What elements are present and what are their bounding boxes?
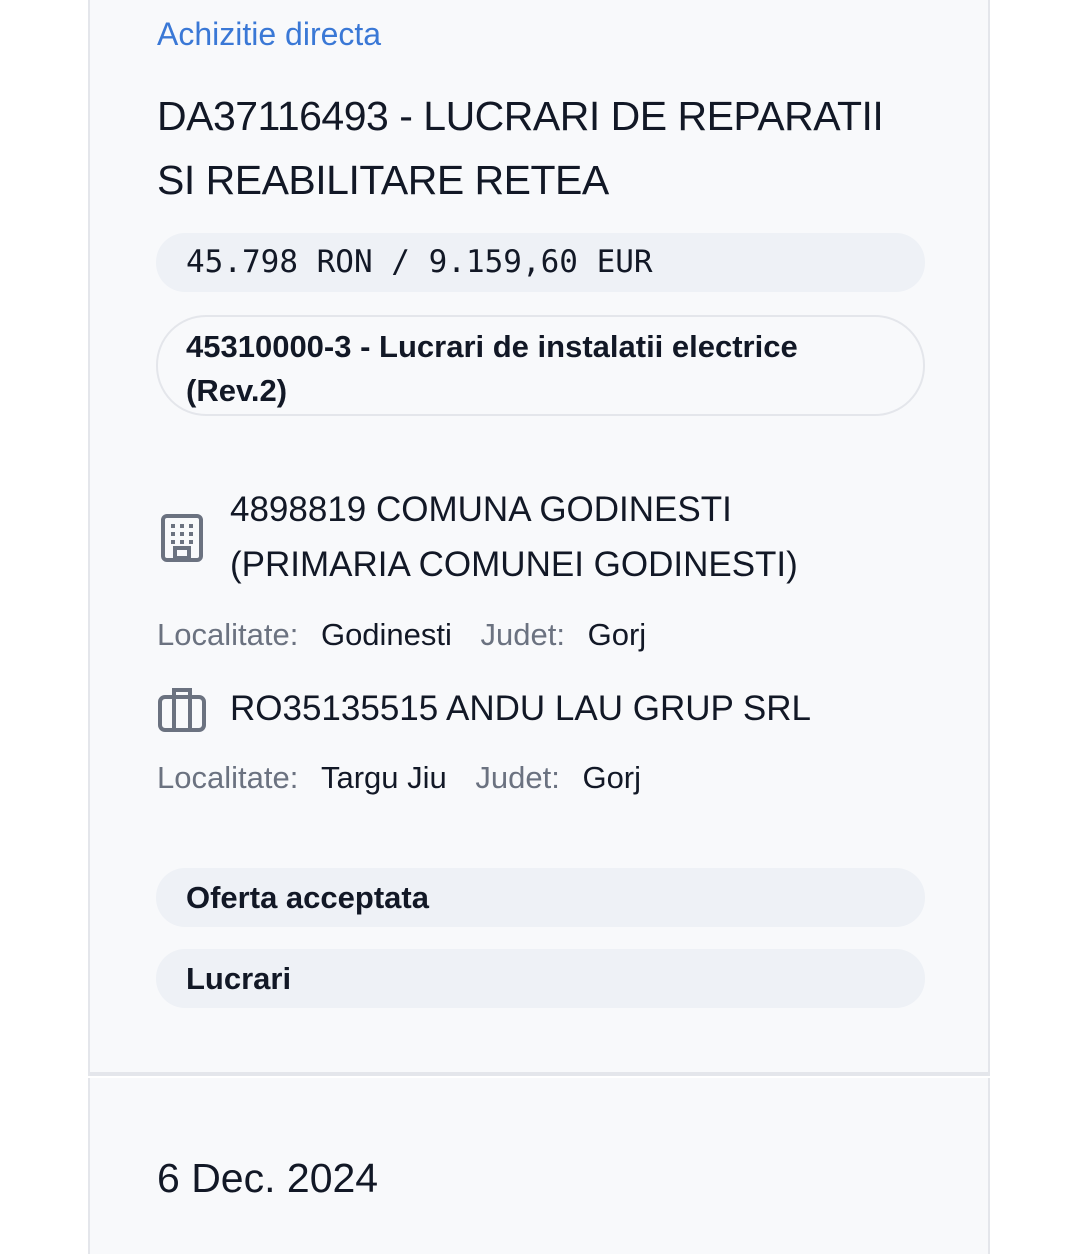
supplier-locality-label: Localitate: — [157, 760, 299, 795]
authority-county-label: Judet: — [480, 617, 565, 652]
procedure-type-link[interactable]: Achizitie directa — [157, 14, 381, 54]
authority-county: Gorj — [587, 617, 647, 652]
supplier-locality: Targu Jiu — [320, 760, 447, 795]
building-icon — [157, 513, 207, 563]
authority-locality: Godinesti — [320, 617, 452, 652]
supplier-location: Localitate: Targu Jiu Judet: Gorj — [157, 758, 641, 798]
authority-location: Localitate: Godinesti Judet: Gorj — [157, 615, 646, 655]
supplier-county: Gorj — [582, 760, 642, 795]
authority-name[interactable]: 4898819 COMUNA GODINESTI (PRIMARIA COMUN… — [230, 482, 890, 592]
procedure-title[interactable]: DA37116493 - LUCRARI DE REPARATII SI REA… — [157, 84, 917, 212]
status-badge: Oferta acceptata — [156, 868, 925, 927]
value-badge: 45.798 RON / 9.159,60 EUR — [156, 233, 925, 292]
supplier-county-label: Judet: — [475, 760, 560, 795]
briefcase-icon — [157, 685, 207, 735]
cpv-badge: 45310000-3 - Lucrari de instalatii elect… — [156, 315, 925, 416]
supplier-name[interactable]: RO35135515 ANDU LAU GRUP SRL — [230, 681, 910, 736]
publication-date: 6 Dec. 2024 — [157, 1155, 379, 1201]
authority-locality-label: Localitate: — [157, 617, 299, 652]
category-badge: Lucrari — [156, 949, 925, 1008]
